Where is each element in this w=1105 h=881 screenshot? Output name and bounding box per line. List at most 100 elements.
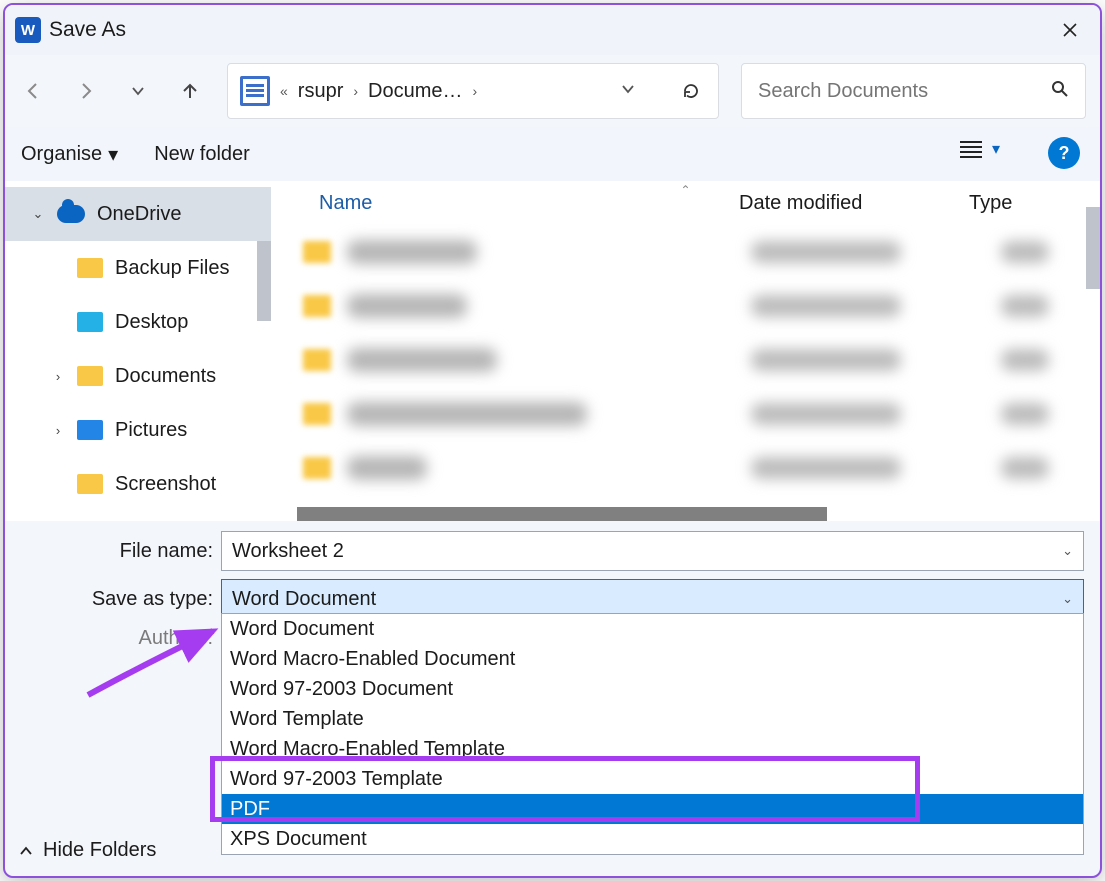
path-segment-1[interactable]: rsupr bbox=[298, 80, 344, 103]
onedrive-icon bbox=[57, 205, 85, 223]
refresh-button[interactable] bbox=[676, 76, 706, 106]
type-option[interactable]: Word Macro-Enabled Template bbox=[222, 734, 1083, 764]
type-option[interactable]: Word Macro-Enabled Document bbox=[222, 644, 1083, 674]
new-folder-button[interactable]: New folder bbox=[154, 143, 250, 166]
file-row[interactable] bbox=[271, 279, 1100, 333]
nav-back-button[interactable] bbox=[19, 76, 49, 106]
file-name-value: Worksheet 2 bbox=[232, 540, 344, 563]
path-segment-2[interactable]: Docume… bbox=[368, 80, 462, 103]
view-button[interactable]: ▾ bbox=[960, 139, 1000, 159]
chevron-down-icon bbox=[131, 84, 145, 98]
save-as-dialog: W Save As « rsupr › Docume… › bbox=[3, 3, 1102, 878]
nav-up-button[interactable] bbox=[175, 76, 205, 106]
column-type[interactable]: Type bbox=[969, 192, 1012, 215]
search-input[interactable] bbox=[758, 80, 1051, 103]
help-icon: ? bbox=[1059, 143, 1070, 164]
tree-item-backup[interactable]: Backup Files bbox=[5, 241, 271, 295]
column-name[interactable]: Name bbox=[319, 192, 739, 215]
location-doc-icon bbox=[240, 76, 270, 106]
file-name-label: File name: bbox=[21, 540, 221, 563]
list-view-icon bbox=[960, 140, 982, 158]
chevron-right-icon: › bbox=[473, 83, 478, 99]
search-icon bbox=[1051, 80, 1069, 103]
nav-recent-dropdown[interactable] bbox=[123, 76, 153, 106]
desktop-icon bbox=[77, 312, 103, 332]
window-title: Save As bbox=[49, 18, 126, 42]
folder-icon bbox=[303, 403, 331, 425]
save-form: File name: Worksheet 2 ⌄ Save as type: W… bbox=[5, 521, 1100, 650]
chevron-down-icon: ⌄ bbox=[31, 206, 45, 222]
chevron-up-icon bbox=[19, 844, 33, 858]
tree-item-pictures[interactable]: › Pictures bbox=[5, 403, 271, 457]
hide-folders-button[interactable]: Hide Folders bbox=[19, 839, 156, 862]
file-list: ⌃ Name Date modified Type bbox=[271, 181, 1100, 521]
folder-icon bbox=[77, 366, 103, 386]
help-button[interactable]: ? bbox=[1048, 137, 1080, 169]
chevron-right-icon: › bbox=[353, 83, 358, 99]
close-button[interactable] bbox=[1040, 5, 1100, 55]
horizontal-scrollbar-thumb[interactable] bbox=[297, 507, 827, 521]
nav-forward-button[interactable] bbox=[71, 76, 101, 106]
hide-folders-label: Hide Folders bbox=[43, 839, 156, 862]
folder-icon bbox=[303, 457, 331, 479]
caret-down-icon: ▾ bbox=[992, 139, 1000, 159]
save-type-value: Word Document bbox=[232, 588, 376, 611]
save-type-label: Save as type: bbox=[21, 588, 221, 611]
tree-item-screenshot[interactable]: Screenshot bbox=[5, 457, 271, 511]
sort-indicator-icon: ⌃ bbox=[680, 183, 690, 197]
arrow-up-icon bbox=[180, 81, 200, 101]
search-box[interactable] bbox=[741, 63, 1086, 119]
title-bar: W Save As bbox=[5, 5, 1100, 55]
file-row[interactable] bbox=[271, 441, 1100, 495]
tree-item-desktop[interactable]: Desktop bbox=[5, 295, 271, 349]
file-row[interactable] bbox=[271, 387, 1100, 441]
column-date[interactable]: Date modified bbox=[739, 192, 969, 215]
file-row[interactable] bbox=[271, 225, 1100, 279]
chevron-right-icon: › bbox=[51, 423, 65, 438]
path-prefix: « bbox=[280, 83, 288, 99]
nav-row: « rsupr › Docume… › bbox=[5, 55, 1100, 127]
refresh-icon bbox=[681, 81, 701, 101]
folder-icon bbox=[77, 258, 103, 278]
authors-label: Authors: bbox=[21, 627, 221, 650]
type-option[interactable]: Word Document bbox=[222, 614, 1083, 644]
vertical-scrollbar-thumb[interactable] bbox=[1086, 207, 1100, 289]
tree-label: OneDrive bbox=[97, 203, 181, 226]
type-option[interactable]: Word 97-2003 Document bbox=[222, 674, 1083, 704]
chevron-down-icon: ⌄ bbox=[1062, 591, 1073, 607]
organise-menu[interactable]: Organise ▾ bbox=[21, 142, 118, 167]
tree-scrollbar-thumb[interactable] bbox=[257, 241, 271, 321]
tree-label: Screenshot bbox=[115, 473, 216, 496]
tree-label: Desktop bbox=[115, 311, 188, 334]
folder-icon bbox=[303, 349, 331, 371]
arrow-left-icon bbox=[24, 81, 44, 101]
close-icon bbox=[1062, 22, 1078, 38]
arrow-right-icon bbox=[76, 81, 96, 101]
new-folder-label: New folder bbox=[154, 143, 250, 166]
folder-tree: ⌄ OneDrive Backup Files Desktop › Docume… bbox=[5, 181, 271, 521]
tree-item-onedrive[interactable]: ⌄ OneDrive bbox=[5, 187, 271, 241]
type-option-pdf[interactable]: PDF bbox=[222, 794, 1083, 824]
tree-label: Backup Files bbox=[115, 257, 230, 280]
pictures-icon bbox=[77, 420, 103, 440]
file-row[interactable] bbox=[271, 333, 1100, 387]
type-option[interactable]: Word Template bbox=[222, 704, 1083, 734]
file-name-input[interactable]: Worksheet 2 ⌄ bbox=[221, 531, 1084, 571]
save-type-dropdown: Word Document Word Macro-Enabled Documen… bbox=[221, 613, 1084, 855]
organise-label: Organise bbox=[21, 143, 102, 166]
word-app-icon: W bbox=[15, 17, 41, 43]
tree-label: Pictures bbox=[115, 419, 187, 442]
type-option[interactable]: XPS Document bbox=[222, 824, 1083, 854]
tree-label: Documents bbox=[115, 365, 216, 388]
address-dropdown[interactable] bbox=[610, 82, 646, 101]
folder-icon bbox=[77, 474, 103, 494]
folder-icon bbox=[303, 241, 331, 263]
chevron-right-icon: › bbox=[51, 369, 65, 384]
chevron-down-icon bbox=[621, 82, 635, 96]
address-bar[interactable]: « rsupr › Docume… › bbox=[227, 63, 719, 119]
tree-item-documents[interactable]: › Documents bbox=[5, 349, 271, 403]
folder-icon bbox=[303, 295, 331, 317]
toolbar: Organise ▾ New folder ▾ ? bbox=[5, 127, 1100, 181]
explorer-body: ⌄ OneDrive Backup Files Desktop › Docume… bbox=[5, 181, 1100, 521]
type-option[interactable]: Word 97-2003 Template bbox=[222, 764, 1083, 794]
